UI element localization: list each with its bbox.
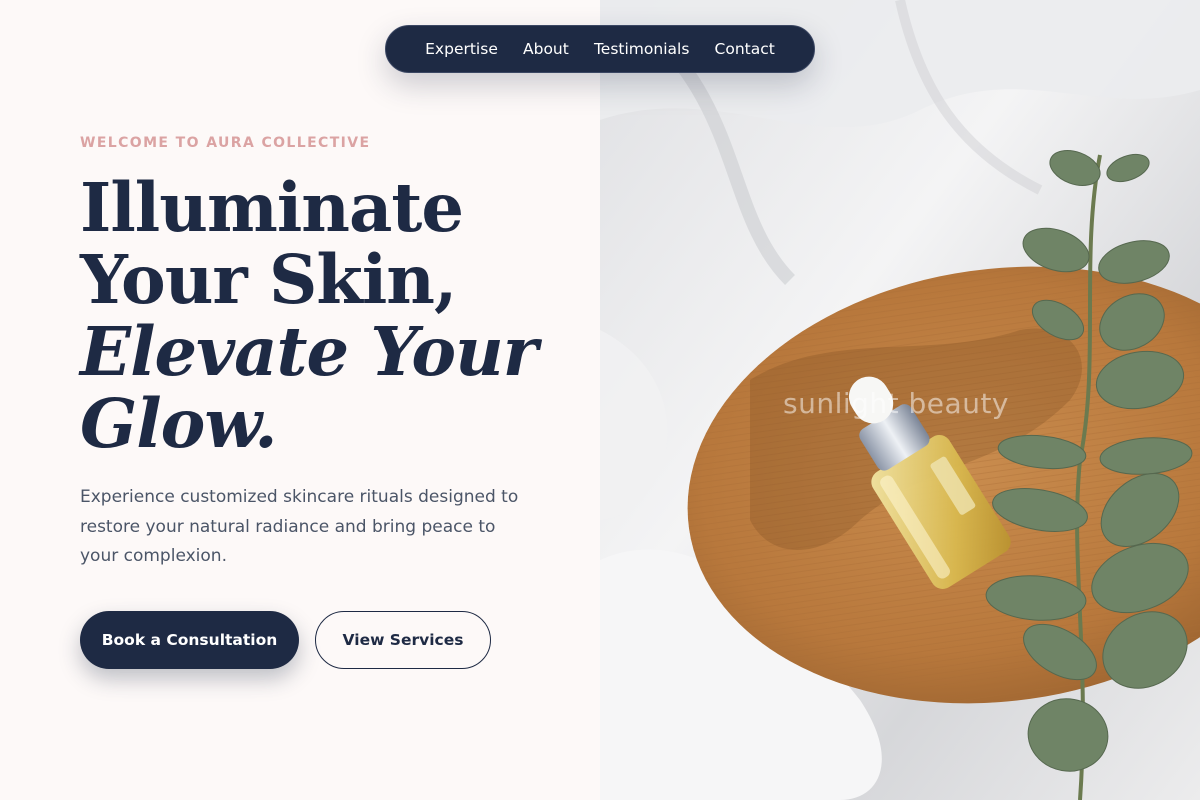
nav-item-about[interactable]: About bbox=[523, 40, 569, 58]
nav-item-contact[interactable]: Contact bbox=[715, 40, 775, 58]
hero-eyebrow: WELCOME TO AURA COLLECTIVE bbox=[80, 135, 371, 151]
headline-line-2: Your Skin, bbox=[80, 240, 457, 319]
nav-item-expertise[interactable]: Expertise bbox=[425, 40, 498, 58]
hero-headline: Illuminate Your Skin, Elevate Your Glow. bbox=[80, 172, 600, 460]
image-watermark: sunlight beauty bbox=[783, 387, 1009, 420]
headline-line-1: Illuminate bbox=[80, 168, 464, 247]
hero-description: Experience customized skincare rituals d… bbox=[80, 487, 519, 566]
top-nav: Expertise About Testimonials Contact bbox=[385, 25, 815, 73]
nav-item-testimonials[interactable]: Testimonials bbox=[594, 40, 689, 58]
hero-text-panel: WELCOME TO AURA COLLECTIVE Illuminate Yo… bbox=[0, 0, 600, 800]
book-consultation-button[interactable]: Book a Consultation bbox=[80, 611, 299, 669]
view-services-button[interactable]: View Services bbox=[315, 611, 491, 669]
headline-line-3: Elevate Your bbox=[80, 312, 538, 391]
hero-image: sunlight beauty bbox=[600, 0, 1200, 800]
headline-line-4: Glow. bbox=[80, 384, 278, 463]
